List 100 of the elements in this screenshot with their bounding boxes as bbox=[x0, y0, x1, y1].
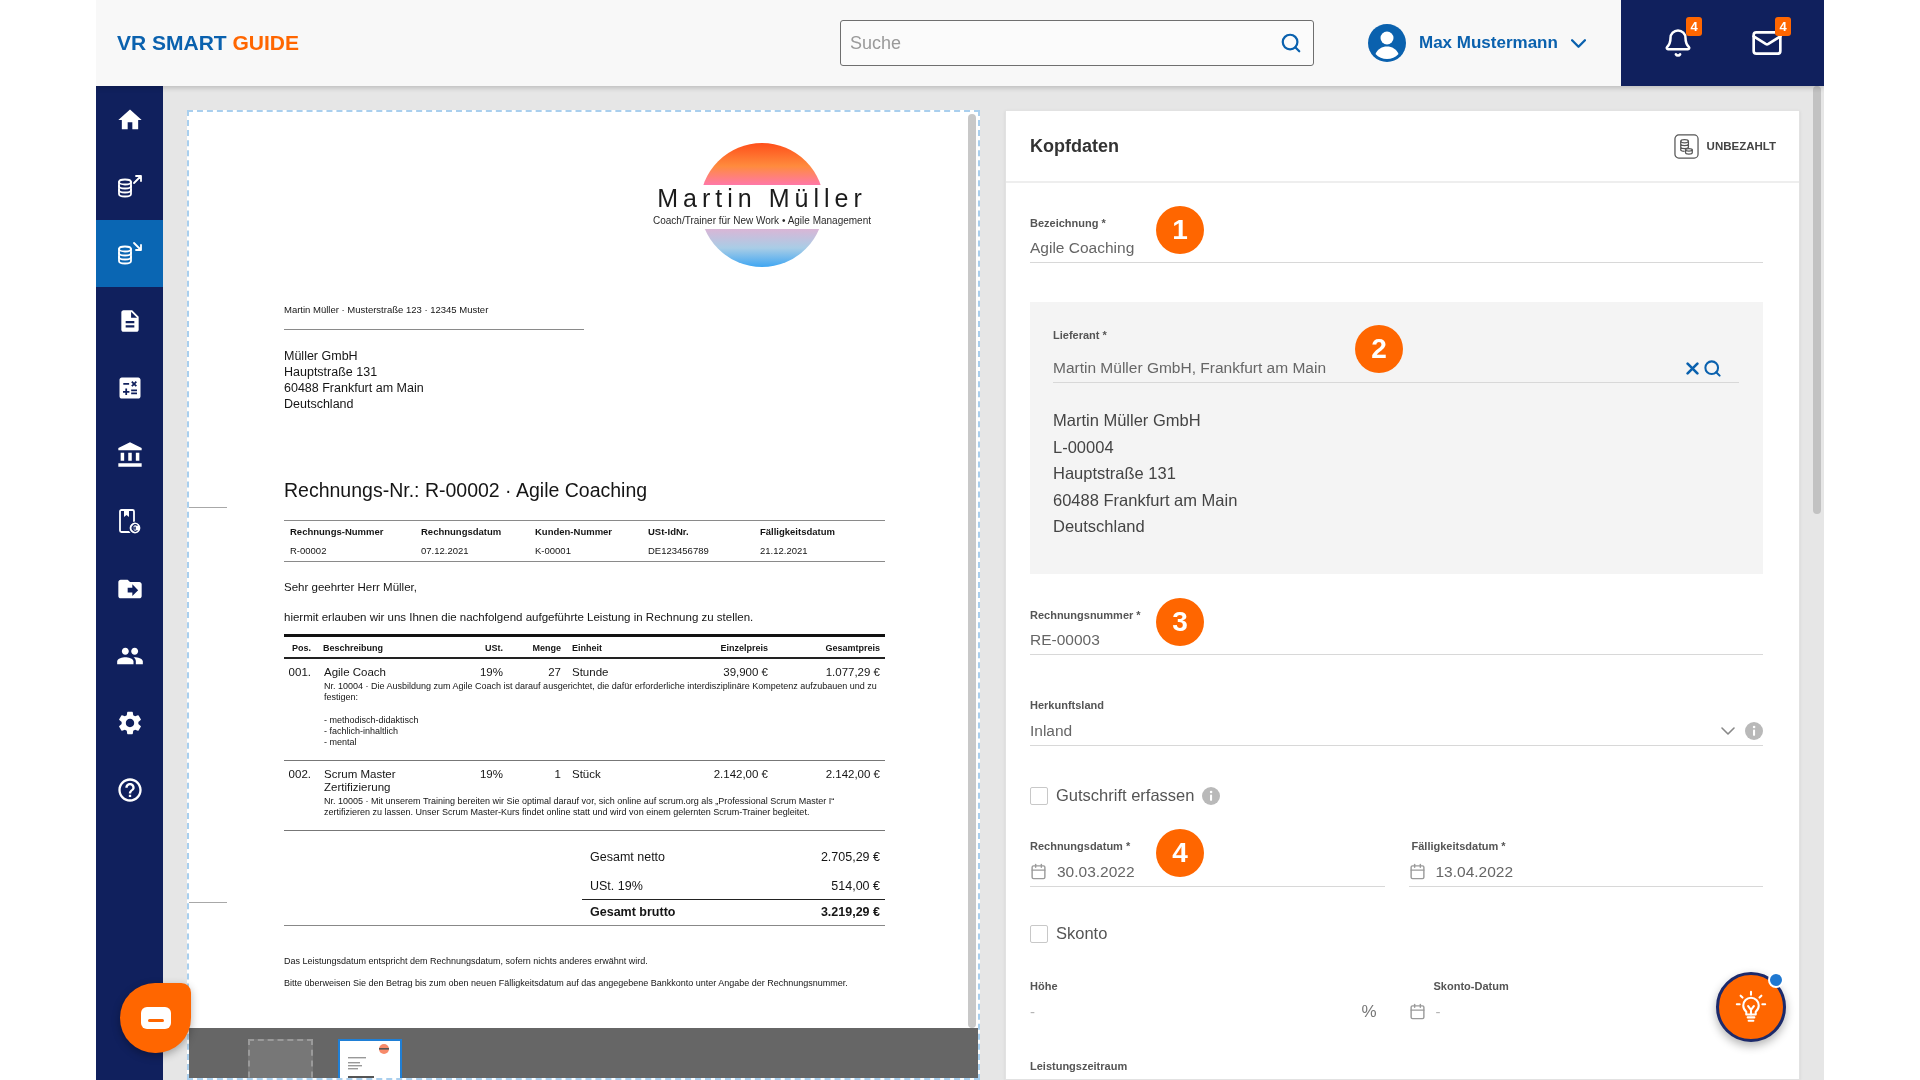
checkbox[interactable] bbox=[1030, 786, 1048, 805]
intro-text: hiermit erlauben wir uns Ihnen die nachfolgend aufgeführte Leistung in Rechnung zu stellen. bbox=[284, 610, 754, 624]
avatar-icon bbox=[1368, 24, 1406, 62]
sender-line: Martin Müller · Musterstraße 123 · 12345 Muster bbox=[284, 304, 489, 316]
search-field[interactable]: Suche bbox=[840, 20, 1314, 66]
table-cell-text: 002. bbox=[287, 768, 311, 782]
item-description: Nr. 10004 · Die Ausbildung zum Agile Coach ist darauf ausgerichtet, die dafür erforderliche interdisziplinäre Kompetenz aufzubauen und zu festigen: bbox=[324, 681, 878, 703]
checkbox[interactable] bbox=[1030, 924, 1048, 943]
address-line: 60488 Frankfurt am Main bbox=[1053, 489, 1239, 511]
table-cell-text: 21.12.2021 bbox=[760, 545, 809, 557]
column-header: Rechnungs-Nummer bbox=[290, 526, 385, 538]
scrollbar-thumb[interactable] bbox=[968, 114, 976, 1028]
search-icon[interactable] bbox=[1280, 32, 1302, 54]
clear-icon[interactable] bbox=[1686, 361, 1699, 375]
list-item: - mental bbox=[324, 737, 358, 748]
table-cell-text: Agile Coach bbox=[323, 666, 387, 679]
address-line: Martin Müller GmbH bbox=[1053, 410, 1202, 431]
table-cell-text: K-00001 bbox=[535, 545, 572, 557]
total-value: 514,00 € bbox=[831, 879, 880, 894]
table-cell-text: 07.12.2021 bbox=[421, 545, 470, 557]
column-header: USt-IdNr. bbox=[648, 526, 690, 538]
checkbox-label: Skonto bbox=[1056, 924, 1108, 943]
column-header: Pos. bbox=[291, 642, 311, 654]
address-line: 60488 Frankfurt am Main bbox=[284, 380, 424, 396]
table-cell-text: 1.077,29 € bbox=[824, 666, 880, 679]
step-badge: 1 bbox=[1156, 206, 1204, 254]
table-cell-text: 19% bbox=[478, 666, 503, 679]
calendar-icon bbox=[1030, 863, 1047, 880]
logo-name: Martin Müller bbox=[657, 183, 867, 213]
calendar-icon bbox=[1408, 863, 1426, 880]
field-label: Rechnungsnummer * bbox=[1030, 607, 1141, 623]
address-line: Deutschland bbox=[284, 396, 355, 412]
step-badge: 2 bbox=[1355, 325, 1403, 373]
table-cell-text: DE123456789 bbox=[648, 545, 710, 557]
table-cell-text: 2.142,00 € bbox=[824, 768, 880, 782]
count-badge: 4 bbox=[1686, 17, 1702, 36]
total-value: 3.219,29 € bbox=[820, 905, 880, 920]
payment-status-button[interactable]: UNBEZAHLT bbox=[1673, 133, 1776, 159]
field-label: Lieferant * bbox=[1053, 328, 1107, 343]
field-label: Höhe bbox=[1030, 978, 1058, 994]
percent-field[interactable]: - bbox=[1030, 1003, 1352, 1020]
total-label: Gesamt netto bbox=[590, 850, 666, 865]
column-header: Gesamtpreis bbox=[824, 642, 880, 654]
field-label: Rechnungsdatum * bbox=[1030, 838, 1131, 854]
field-label: Herkunftsland bbox=[1030, 697, 1104, 713]
table-cell-text: Stunde bbox=[571, 666, 610, 679]
total-label: USt. 19% bbox=[590, 879, 643, 894]
user-menu-button[interactable]: Max Mustermann bbox=[1368, 20, 1596, 66]
help-icon bbox=[115, 775, 144, 804]
field-label: Leistungszeitraum bbox=[1030, 1058, 1128, 1074]
field-label: Bezeichnung * bbox=[1030, 216, 1106, 231]
calendar-icon bbox=[1408, 1003, 1426, 1020]
list-item: - methodisch-didaktisch bbox=[324, 715, 420, 726]
coins-arrow-down-icon bbox=[116, 240, 143, 267]
date-field[interactable]: 13.04.2022 bbox=[1408, 860, 1763, 887]
column-header: Kunden-Nummer bbox=[535, 526, 614, 538]
logo-tagline: Coach/Trainer für New Work • Agile Management bbox=[653, 214, 871, 227]
total-label: Gesamt brutto bbox=[590, 905, 676, 920]
column-header: Fälligkeitsdatum bbox=[760, 526, 836, 538]
address-line: Müller GmbH bbox=[284, 348, 359, 364]
column-header: Einheit bbox=[571, 642, 603, 654]
step-badge: 4 bbox=[1156, 828, 1204, 877]
chevron-down-icon bbox=[1570, 38, 1586, 48]
address-line: Deutschland bbox=[1053, 516, 1146, 537]
card-title: Kopfdaten bbox=[1030, 135, 1119, 157]
search-icon[interactable] bbox=[1703, 358, 1722, 378]
lightbulb-icon bbox=[1734, 990, 1768, 1024]
info-icon bbox=[1202, 786, 1221, 805]
coin-stack-icon bbox=[1673, 133, 1699, 159]
footer-note: Das Leistungsdatum entspricht dem Rechnungsdatum, sofern nichts anderes erwähnt wird. bbox=[284, 955, 648, 967]
info-icon bbox=[1745, 721, 1763, 740]
scrollbar-thumb[interactable] bbox=[1813, 86, 1821, 514]
receipt-euro-icon bbox=[117, 508, 142, 535]
step-badge: 3 bbox=[1156, 597, 1204, 646]
indicator-dot-icon bbox=[1768, 972, 1784, 988]
invoice-title: Rechnungs-Nr.: R-00002 · Agile Coaching bbox=[284, 478, 648, 502]
table-cell-text: 001. bbox=[287, 666, 311, 679]
address-line: Hauptstraße 131 bbox=[284, 364, 379, 380]
field-label: Fälligkeitsdatum * bbox=[1411, 838, 1506, 854]
salutation: Sehr geehrter Herr Müller, bbox=[284, 580, 417, 594]
list-item: - fachlich-inhaltlich bbox=[324, 726, 400, 737]
bank-icon bbox=[115, 440, 144, 469]
table-cell-text: 2.142,00 € bbox=[712, 768, 768, 782]
item-description: Nr. 10005 · Mit unserem Training bereiten wir Sie optimal darauf vor, sich online auf scrum.org als „Professional Scrum Master I“ zertifizieren zu lassen. Unser Scrum Master-Kurs findet online statt und wird von einem gelernten Scrum-Trainer begleitet. bbox=[324, 796, 836, 818]
table-cell-text: 1 bbox=[553, 768, 561, 782]
table-cell-text: 19% bbox=[478, 768, 503, 782]
coins-arrow-up-icon bbox=[116, 173, 143, 200]
table-cell-text: Scrum Master Zertifizierung bbox=[323, 768, 397, 794]
select-field[interactable]: Inland bbox=[1030, 719, 1763, 746]
unit-label: % bbox=[1361, 1001, 1377, 1022]
column-header: USt. bbox=[484, 642, 503, 654]
column-header: Beschreibung bbox=[322, 642, 384, 654]
column-header: Menge bbox=[531, 642, 561, 654]
footer-note: Bitte überweisen Sie den Betrag bis zum oben neuen Fälligkeitsdatum auf das angegebene Bankkonto unter Angabe der Rechnungsnummer. bbox=[284, 977, 848, 989]
field-label: Skonto-Datum bbox=[1433, 978, 1509, 994]
table-cell-text: 39,900 € bbox=[722, 666, 768, 679]
count-badge: 4 bbox=[1775, 17, 1791, 36]
table-cell-text: 27 bbox=[547, 666, 561, 679]
column-header: Rechnungsdatum bbox=[421, 526, 503, 538]
total-value: 2.705,29 € bbox=[820, 850, 880, 865]
